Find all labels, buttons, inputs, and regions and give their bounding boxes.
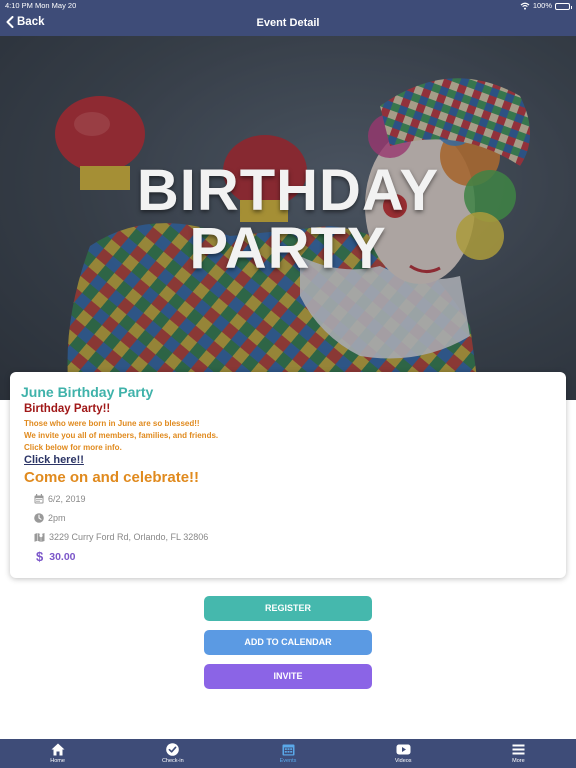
hero-title-line2: PARTY xyxy=(189,216,387,281)
tab-more[interactable]: More xyxy=(461,739,576,768)
more-info-link[interactable]: Click here!! xyxy=(24,454,84,466)
map-icon xyxy=(34,533,45,542)
event-address-row: 3229 Curry Ford Rd, Orlando, FL 32806 xyxy=(34,532,208,542)
event-tagline: Come on and celebrate!! xyxy=(24,469,200,486)
tab-videos[interactable]: Videos xyxy=(346,739,461,768)
status-bar: 4:10 PM Mon May 20 100% xyxy=(0,0,576,12)
event-address: 3229 Curry Ford Rd, Orlando, FL 32806 xyxy=(49,532,209,542)
home-icon xyxy=(51,743,65,756)
tab-label: Check-in xyxy=(161,758,184,764)
invite-button[interactable]: INVITE xyxy=(204,664,372,689)
calendar-icon xyxy=(282,744,294,756)
status-time: 4:10 PM xyxy=(5,1,33,10)
wifi-icon xyxy=(520,2,530,10)
tab-label: Home xyxy=(50,758,65,764)
tab-events[interactable]: Events xyxy=(230,739,345,768)
tab-label: Events xyxy=(279,758,297,764)
battery-percent: 100% xyxy=(532,1,552,10)
event-hero-image: BIRTHDAY PARTY xyxy=(0,36,576,400)
event-description-line: Click below for more info. xyxy=(24,443,122,452)
event-detail-card: June Birthday Party Birthday Party!! Tho… xyxy=(10,372,566,578)
tab-home[interactable]: Home xyxy=(0,739,115,768)
event-date-row: 6/2, 2019 xyxy=(34,494,86,504)
event-price: 30.00 xyxy=(49,550,76,563)
battery-icon xyxy=(555,2,572,10)
event-price-row: $ 30.00 xyxy=(36,549,76,564)
video-play-icon xyxy=(396,744,411,755)
checkmark-circle-icon xyxy=(166,743,180,756)
tab-check-in[interactable]: Check-in xyxy=(115,739,230,768)
event-description-line: Those who were born in June are so bless… xyxy=(24,419,200,428)
tab-label: More xyxy=(512,758,525,764)
event-time: 2pm xyxy=(48,513,66,523)
page-title: Event Detail xyxy=(256,17,320,29)
event-time-row: 2pm xyxy=(34,513,66,523)
dollar-icon: $ xyxy=(36,549,44,564)
clock-icon xyxy=(34,513,44,523)
top-bar: 4:10 PM Mon May 20 100% Back Event Detai… xyxy=(0,0,576,36)
event-name: June Birthday Party xyxy=(21,384,154,400)
hero-title-line1: BIRTHDAY xyxy=(136,158,440,223)
add-to-calendar-button[interactable]: ADD TO CALENDAR xyxy=(204,630,372,655)
menu-icon xyxy=(512,744,525,755)
event-headline: Birthday Party!! xyxy=(24,403,111,415)
hero-title: BIRTHDAY PARTY xyxy=(0,162,576,278)
status-right: 100% xyxy=(520,0,572,12)
register-button[interactable]: REGISTER xyxy=(204,596,372,621)
status-date: Mon May 20 xyxy=(35,1,77,10)
tab-bar: Home Check-in Events Videos More xyxy=(0,739,576,768)
tab-label: Videos xyxy=(394,758,412,764)
event-date: 6/2, 2019 xyxy=(48,494,86,504)
event-description-line: We invite you all of members, families, … xyxy=(24,431,219,440)
calendar-icon xyxy=(34,494,44,504)
